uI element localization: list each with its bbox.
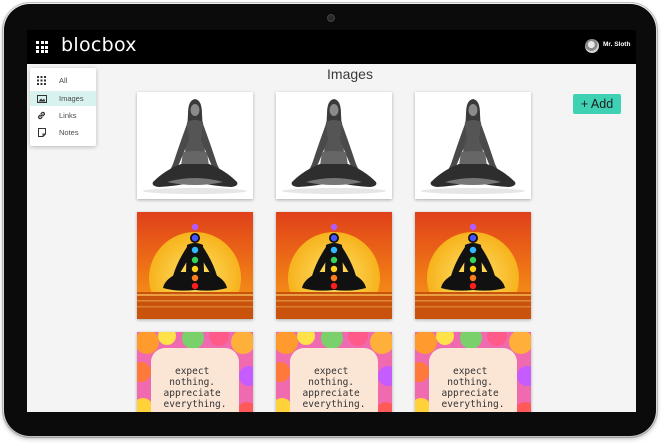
- menu-item-label: All: [59, 76, 68, 85]
- image-card-meditation[interactable]: [137, 92, 253, 199]
- image-card-quote[interactable]: expect nothing. appreciate everything.: [276, 332, 392, 412]
- meditation-silhouette-image: [415, 92, 531, 199]
- menu-item-label: Links: [59, 111, 77, 120]
- image-card-quote[interactable]: expect nothing. appreciate everything.: [137, 332, 253, 412]
- image-card-quote[interactable]: expect nothing. appreciate everything.: [415, 332, 531, 412]
- meditation-silhouette-image: [137, 92, 253, 199]
- tablet-device: blocbox Mr. Sloth Images All Images Link…: [0, 0, 662, 444]
- add-button[interactable]: + Add: [573, 94, 621, 114]
- quote-line-2: nothing.: [447, 377, 493, 388]
- camera-icon: [327, 14, 335, 22]
- image-card-meditation[interactable]: [415, 92, 531, 199]
- image-card-chakra[interactable]: [415, 212, 531, 319]
- menu-item-all[interactable]: All: [30, 73, 96, 88]
- app-screen: blocbox Mr. Sloth Images All Images Link…: [27, 30, 636, 412]
- quote-card-image: expect nothing. appreciate everything.: [415, 332, 531, 412]
- chakra-sunset-image: [415, 212, 531, 319]
- menu-item-links[interactable]: Links: [30, 108, 96, 123]
- link-icon: [36, 111, 47, 120]
- avatar[interactable]: [585, 39, 599, 53]
- user-name[interactable]: Mr. Sloth: [603, 41, 630, 48]
- quote-card-image: expect nothing. appreciate everything.: [137, 332, 253, 412]
- quote-line-4: everything.: [442, 399, 505, 410]
- quote-line-4: everything.: [303, 399, 366, 410]
- page-title: Images: [327, 66, 373, 82]
- meditation-silhouette-image: [276, 92, 392, 199]
- chakra-sunset-image: [276, 212, 392, 319]
- quote-line-2: nothing.: [308, 377, 354, 388]
- note-icon: [36, 128, 47, 137]
- image-card-chakra[interactable]: [276, 212, 392, 319]
- quote-card-image: expect nothing. appreciate everything.: [276, 332, 392, 412]
- top-bar: blocbox Mr. Sloth: [27, 30, 636, 64]
- image-icon: [36, 94, 47, 103]
- quote-line-1: expect: [453, 366, 487, 377]
- chakra-sunset-image: [137, 212, 253, 319]
- quote-line-1: expect: [175, 366, 209, 377]
- quote-line-2: nothing.: [169, 377, 215, 388]
- menu-item-images[interactable]: Images: [30, 91, 96, 106]
- menu-item-notes[interactable]: Notes: [30, 125, 96, 140]
- brand-logo: blocbox: [61, 34, 137, 56]
- grid-icon: [36, 76, 47, 85]
- menu-item-label: Notes: [59, 128, 79, 137]
- quote-line-4: everything.: [164, 399, 227, 410]
- quote-line-3: appreciate: [303, 388, 360, 399]
- quote-line-1: expect: [314, 366, 348, 377]
- quote-line-3: appreciate: [164, 388, 221, 399]
- image-card-meditation[interactable]: [276, 92, 392, 199]
- apps-grid-icon[interactable]: [36, 41, 48, 53]
- filter-menu: All Images Links Notes: [30, 68, 96, 146]
- image-card-chakra[interactable]: [137, 212, 253, 319]
- menu-item-label: Images: [59, 94, 84, 103]
- quote-line-3: appreciate: [442, 388, 499, 399]
